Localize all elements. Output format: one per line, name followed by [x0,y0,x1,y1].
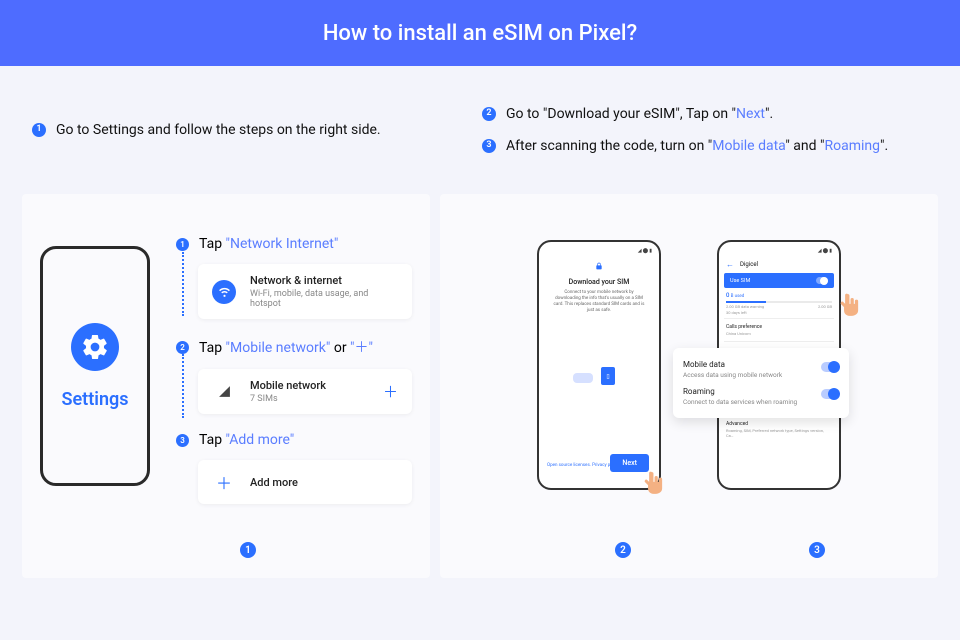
substep-3: 3 Tap "Add more" ＋ Add more [176,432,412,504]
substep-badge: 3 [176,434,189,447]
highlight-next: Next [736,106,765,122]
status-bar: ◢⬤▮ [724,248,834,258]
mobile-network-row[interactable]: Mobile network 7 SIMs ＋ [198,369,412,414]
phone-sim-settings: ◢⬤▮ ← Digicel Use SIM 0 B used 2.00 GB d… [717,240,841,490]
sim-illustration: ▯ [569,343,629,383]
panel-steps-2-3: ◢⬤▮ Download your SIM Connect to your mo… [440,194,938,578]
intro-step-2: 2 Go to "Download your eSIM", Tap on "Ne… [482,105,938,123]
phone-download-sim: ◢⬤▮ Download your SIM Connect to your mo… [537,240,661,490]
substep-2: 2 Tap "Mobile network" or "＋" Mobile net… [176,337,412,414]
highlight: "Add more" [226,432,295,448]
battery-icon: ▮ [829,248,832,254]
intro-steps: 1 Go to Settings and follow the steps on… [22,66,938,194]
tap-hand-icon [837,292,863,318]
settings-gear-icon [71,323,119,371]
sim-card-icon: ▯ [601,367,615,385]
download-sim-description: Connect to your mobile network by downlo… [552,290,646,313]
data-usage-bar [726,301,832,303]
phone-settings-frame: Settings [40,246,150,486]
step-badge-1: 1 [32,123,46,137]
highlight: "Mobile network" [226,340,331,356]
highlight-mobile-data: Mobile data [712,138,785,154]
signal-icon [212,380,236,404]
highlight: "Network Internet" [226,236,339,252]
card-title: Add more [250,476,298,489]
carrier-title: Digicel [740,261,758,268]
signal-icon: ◢ [638,248,642,254]
toggle-on-icon[interactable] [816,277,828,284]
step-text: Go to "Download your eSIM", Tap on "Next… [506,105,773,123]
card-title: Mobile network [250,379,326,392]
highlight: "＋" [350,340,373,356]
card-subtitle: 7 SIMs [250,394,326,404]
plus-icon[interactable]: ＋ [383,381,398,402]
panel-badge-1: 1 [240,542,256,558]
panel-step-1: Settings 1 Tap "Network Internet" [22,194,430,578]
wifi-icon: ⬤ [823,248,829,254]
use-sim-toggle-row[interactable]: Use SIM [724,273,834,288]
callout-card: Mobile data Access data using mobile net… [673,348,849,418]
settings-label: Settings [62,389,129,410]
cloud-icon [573,373,593,383]
card-subtitle: Wi-Fi, mobile, data usage, and hotspot [250,289,398,309]
tap-hand-icon [641,470,667,496]
wifi-icon [212,280,236,304]
mobile-data-toggle-row[interactable]: Mobile data Access data using mobile net… [683,356,839,383]
plus-icon: ＋ [212,470,236,494]
intro-step-1: 1 Go to Settings and follow the steps on… [32,121,381,139]
wifi-icon: ⬤ [643,248,649,254]
step-badge-3: 3 [482,139,496,153]
card-title: Network & internet [250,274,398,287]
back-arrow-icon[interactable]: ← [726,260,734,269]
signal-icon: ◢ [818,248,822,254]
advanced-row[interactable]: Advanced Roaming, SIM, Preferred network… [724,417,834,442]
toggle-on-icon[interactable] [821,362,839,372]
highlight-roaming: Roaming [824,138,880,154]
page-header: How to install an eSIM on Pixel? [0,0,960,66]
calls-preference-row[interactable]: Calls preference China Unicom [724,320,834,340]
network-internet-row[interactable]: Network & internet Wi-Fi, mobile, data u… [198,264,412,319]
step-text: After scanning the code, turn on "Mobile… [506,137,888,155]
panel-badge-3: 3 [809,542,825,558]
roaming-toggle-row[interactable]: Roaming Connect to data services when ro… [683,383,839,410]
status-bar: ◢⬤▮ [544,248,654,258]
licenses-link[interactable]: Open source licenses. Privacy poli… [547,463,618,468]
substep-badge: 1 [176,238,189,251]
substep-badge: 2 [176,341,189,354]
step-badge-2: 2 [482,107,496,121]
battery-icon: ▮ [649,248,652,254]
toggle-on-icon[interactable] [821,389,839,399]
intro-step-3: 3 After scanning the code, turn on "Mobi… [482,137,938,155]
add-more-row[interactable]: ＋ Add more [198,460,412,504]
step-text: Go to Settings and follow the steps on t… [56,121,381,139]
substep-1: 1 Tap "Network Internet" Network & inter… [176,236,412,319]
lock-icon [544,262,654,272]
download-sim-title: Download your SIM [544,278,654,286]
panel-badge-2: 2 [615,542,631,558]
page-title: How to install an eSIM on Pixel? [323,21,637,46]
